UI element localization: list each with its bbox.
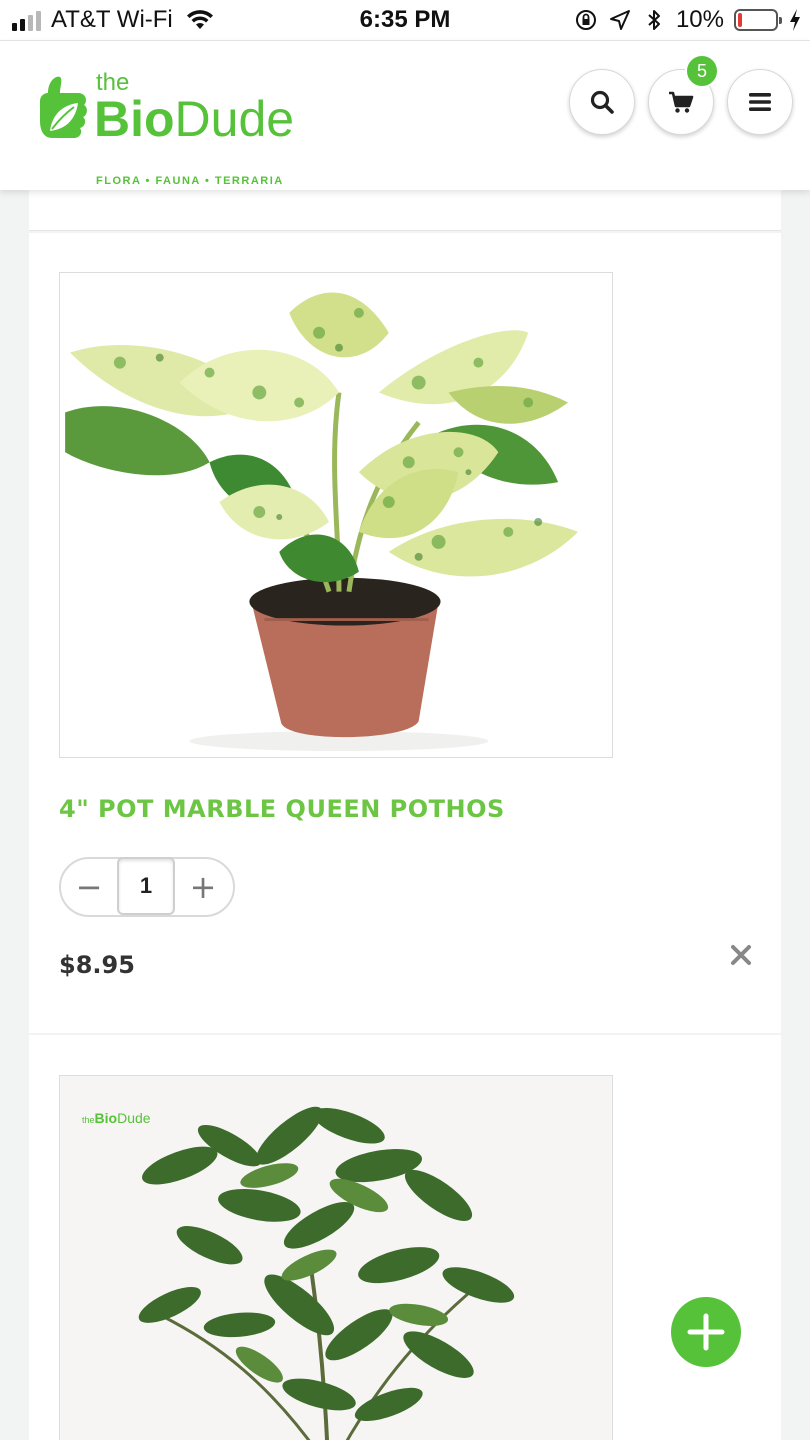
cart-item: 4" POT MARBLE QUEEN POTHOS − 1 + $8.95 — [29, 233, 781, 1033]
leaf-hand-logo-icon — [40, 76, 87, 138]
quantity-stepper: − 1 + — [59, 857, 235, 917]
charging-icon — [790, 9, 800, 31]
orientation-lock-icon — [575, 10, 596, 30]
watermark-bio-text: Bio — [94, 1110, 118, 1126]
logo-dude-text: Dude — [174, 91, 295, 147]
site-header: the BioDude FLORA • FAUNA • TERRARIA 5 — [0, 40, 810, 190]
search-button[interactable] — [569, 69, 635, 135]
cart-item: theBioDude — [29, 1035, 781, 1440]
watermark-dude-text: Dude — [117, 1110, 151, 1126]
menu-icon — [749, 93, 771, 111]
bluetooth-icon — [648, 10, 660, 30]
decrement-button[interactable]: − — [61, 859, 117, 915]
cart-icon — [669, 91, 694, 113]
schefflera-plant-image — [60, 1076, 612, 1440]
bio-dude-logo[interactable]: the BioDude FLORA • FAUNA • TERRARIA — [38, 69, 300, 187]
battery-percent: 10% — [675, 6, 724, 33]
product-price: $8.95 — [59, 951, 135, 979]
logo-wordmark: BioDude — [94, 91, 294, 147]
search-icon — [590, 90, 614, 114]
product-image-pothos[interactable] — [59, 272, 613, 758]
increment-button[interactable]: + — [175, 859, 231, 915]
add-floating-button[interactable] — [671, 1297, 741, 1367]
cart-count-badge: 5 — [685, 54, 719, 88]
pothos-plant-image — [60, 273, 612, 757]
product-title[interactable]: 4" POT MARBLE QUEEN POTHOS — [59, 795, 505, 823]
remove-item-button[interactable] — [727, 941, 755, 969]
product-image-schefflera[interactable]: theBioDude — [59, 1075, 613, 1440]
watermark-the-text: the — [82, 1115, 95, 1125]
battery-icon — [734, 9, 782, 31]
cart-summary-card — [29, 190, 781, 231]
quantity-input[interactable]: 1 — [117, 857, 175, 915]
watermark-logo: theBioDude — [82, 1110, 151, 1126]
close-icon — [731, 945, 751, 965]
logo-bio-text: Bio — [94, 91, 175, 147]
plus-icon — [687, 1313, 725, 1351]
clock: 6:35 PM — [359, 6, 451, 33]
status-bar: AT&T Wi-Fi 6:35 PM 10% — [0, 0, 810, 40]
location-icon — [609, 10, 630, 30]
menu-button[interactable] — [727, 69, 793, 135]
logo-tagline: FLORA • FAUNA • TERRARIA — [96, 175, 284, 187]
